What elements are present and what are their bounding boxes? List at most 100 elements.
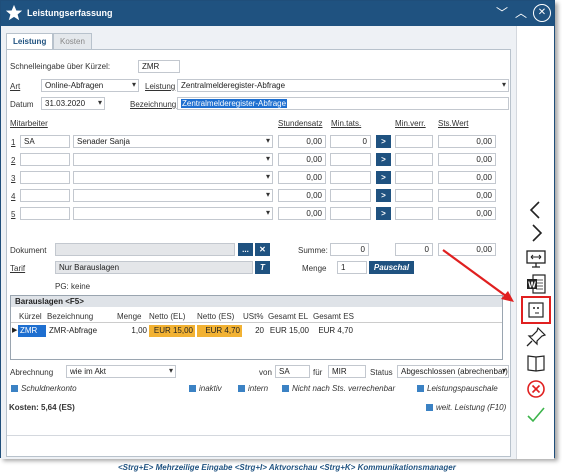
- pin-icon[interactable]: [525, 326, 547, 348]
- pauschale-checkbox[interactable]: [417, 385, 424, 392]
- sts-wert-input[interactable]: 0,00: [438, 135, 496, 148]
- cell-menge[interactable]: 1,00: [115, 325, 149, 337]
- transfer-button[interactable]: >: [376, 135, 391, 148]
- nicht-sts-checkbox[interactable]: [282, 385, 289, 392]
- mitarbeiter-name-select[interactable]: [73, 207, 273, 220]
- min-tats-input[interactable]: [330, 207, 371, 220]
- transfer-button[interactable]: >: [376, 207, 391, 220]
- intern-checkbox[interactable]: [238, 385, 245, 392]
- col-netto-el: Netto (EL): [149, 312, 186, 321]
- intern-label: intern: [248, 384, 269, 393]
- row-pointer-icon: ▶: [12, 327, 18, 334]
- art-select[interactable]: Online-Abfragen: [41, 79, 139, 92]
- chevron-down-icon[interactable]: ﹀: [493, 4, 511, 22]
- tab-kosten[interactable]: Kosten: [53, 33, 92, 49]
- mitarbeiter-code-input[interactable]: [20, 207, 70, 220]
- right-toolbar: W: [516, 26, 554, 459]
- bezeichnung-value: Zentralmelderegister-Abfrage: [181, 99, 288, 108]
- min-verr-input[interactable]: [395, 171, 433, 184]
- col-menge: Menge: [117, 312, 142, 321]
- sts-wert-input[interactable]: 0,00: [438, 171, 496, 184]
- bezeichnung-input[interactable]: Zentralmelderegister-Abfrage: [177, 97, 509, 110]
- min-verr-input[interactable]: [395, 207, 433, 220]
- weit-leistung-checkbox[interactable]: [426, 404, 433, 411]
- min-tats-input[interactable]: [330, 189, 371, 202]
- book-icon[interactable]: [525, 352, 547, 374]
- mitarbeiter-name-select[interactable]: [73, 189, 273, 202]
- mitarbeiter-code-input[interactable]: [20, 171, 70, 184]
- monitor-icon[interactable]: [525, 248, 547, 270]
- transfer-button[interactable]: >: [376, 189, 391, 202]
- dokument-browse-button[interactable]: ...: [238, 243, 253, 256]
- transfer-button[interactable]: >: [376, 153, 391, 166]
- quick-entry-input[interactable]: ZMR: [138, 60, 180, 73]
- shortcut-footer: <Strg+E> Mehrzeilige Eingabe <Strg+I> Ak…: [118, 463, 456, 472]
- leistung-select[interactable]: Zentralmelderegister-Abfrage: [177, 79, 509, 92]
- inaktiv-checkbox[interactable]: [189, 385, 196, 392]
- chevron-right-icon[interactable]: [525, 222, 547, 244]
- sts-wert-input[interactable]: 0,00: [438, 207, 496, 220]
- cell-gesamt-es[interactable]: EUR 4,70: [311, 325, 355, 337]
- art-label: Art: [10, 82, 21, 91]
- chevron-up-icon[interactable]: ︿: [512, 4, 530, 22]
- window-title: Leistungserfassung: [27, 8, 113, 18]
- menge-input[interactable]: 1: [337, 261, 367, 274]
- dokument-input[interactable]: [55, 243, 235, 256]
- schuldnerkonto-checkbox[interactable]: [11, 385, 18, 392]
- pauschal-button[interactable]: Pauschal: [369, 261, 414, 274]
- mitarbeiter-name-select[interactable]: Senader Sanja: [73, 135, 273, 148]
- col-gesamt-es: Gesamt ES: [313, 312, 354, 321]
- chevron-left-icon[interactable]: [525, 199, 547, 221]
- datum-input[interactable]: 31.03.2020: [41, 97, 105, 110]
- stundensatz-input[interactable]: 0,00: [278, 207, 326, 220]
- mitarbeiter-name-select[interactable]: [73, 153, 273, 166]
- transfer-button[interactable]: >: [376, 171, 391, 184]
- status-select[interactable]: Abgeschlossen (abrechenbar): [397, 365, 509, 378]
- min-tats-input[interactable]: 0: [330, 135, 371, 148]
- sts-wert-input[interactable]: 0,00: [438, 153, 496, 166]
- word-document-icon[interactable]: W: [525, 273, 547, 295]
- row-number: 4: [11, 192, 16, 201]
- cell-kuerzel[interactable]: ZMR: [18, 325, 46, 337]
- scan-frame-icon[interactable]: [525, 299, 547, 321]
- mitarbeiter-code-input[interactable]: [20, 153, 70, 166]
- cell-bezeichnung[interactable]: ZMR-Abfrage: [47, 325, 115, 337]
- cell-gesamt-el[interactable]: EUR 15,00: [266, 325, 311, 337]
- tarif-button[interactable]: T: [255, 261, 270, 274]
- von-input[interactable]: SA: [275, 365, 310, 378]
- col-kuerzel: Kürzel: [19, 312, 42, 321]
- cell-netto-es[interactable]: EUR 4,70: [197, 325, 242, 337]
- sts-wert-header: Sts.Wert: [438, 119, 469, 128]
- stundensatz-input[interactable]: 0,00: [278, 171, 326, 184]
- tab-leistung[interactable]: Leistung: [6, 33, 54, 49]
- cancel-icon[interactable]: [525, 378, 547, 400]
- col-bezeichnung: Bezeichnung: [47, 312, 94, 321]
- min-tats-header: Min.tats.: [331, 119, 362, 128]
- cell-ust[interactable]: 20: [242, 325, 266, 337]
- col-ust: USt%: [243, 312, 264, 321]
- min-verr-input[interactable]: [395, 135, 433, 148]
- confirm-check-icon[interactable]: [525, 404, 547, 426]
- col-netto-es: Netto (ES): [197, 312, 235, 321]
- min-tats-input[interactable]: [330, 171, 371, 184]
- kosten-summary: Kosten: 5,64 (ES): [9, 403, 75, 412]
- star-icon: [5, 4, 23, 21]
- close-icon[interactable]: ✕: [533, 4, 551, 22]
- fuer-input[interactable]: MIR: [328, 365, 366, 378]
- min-verr-input[interactable]: [395, 189, 433, 202]
- dokument-remove-button[interactable]: ✕: [255, 243, 270, 256]
- abrechnung-select[interactable]: wie im Akt: [66, 365, 176, 378]
- tarif-input[interactable]: Nur Barauslagen: [55, 261, 253, 274]
- mitarbeiter-code-input[interactable]: SA: [20, 135, 70, 148]
- bezeichnung-label: Bezeichnung: [130, 100, 177, 109]
- cell-netto-el[interactable]: EUR 15,00: [149, 325, 195, 337]
- stundensatz-input[interactable]: 0,00: [278, 135, 326, 148]
- sts-wert-input[interactable]: 0,00: [438, 189, 496, 202]
- min-tats-input[interactable]: [330, 153, 371, 166]
- mitarbeiter-code-input[interactable]: [20, 189, 70, 202]
- menge-label: Menge: [302, 264, 327, 273]
- min-verr-input[interactable]: [395, 153, 433, 166]
- mitarbeiter-name-select[interactable]: [73, 171, 273, 184]
- stundensatz-input[interactable]: 0,00: [278, 153, 326, 166]
- stundensatz-input[interactable]: 0,00: [278, 189, 326, 202]
